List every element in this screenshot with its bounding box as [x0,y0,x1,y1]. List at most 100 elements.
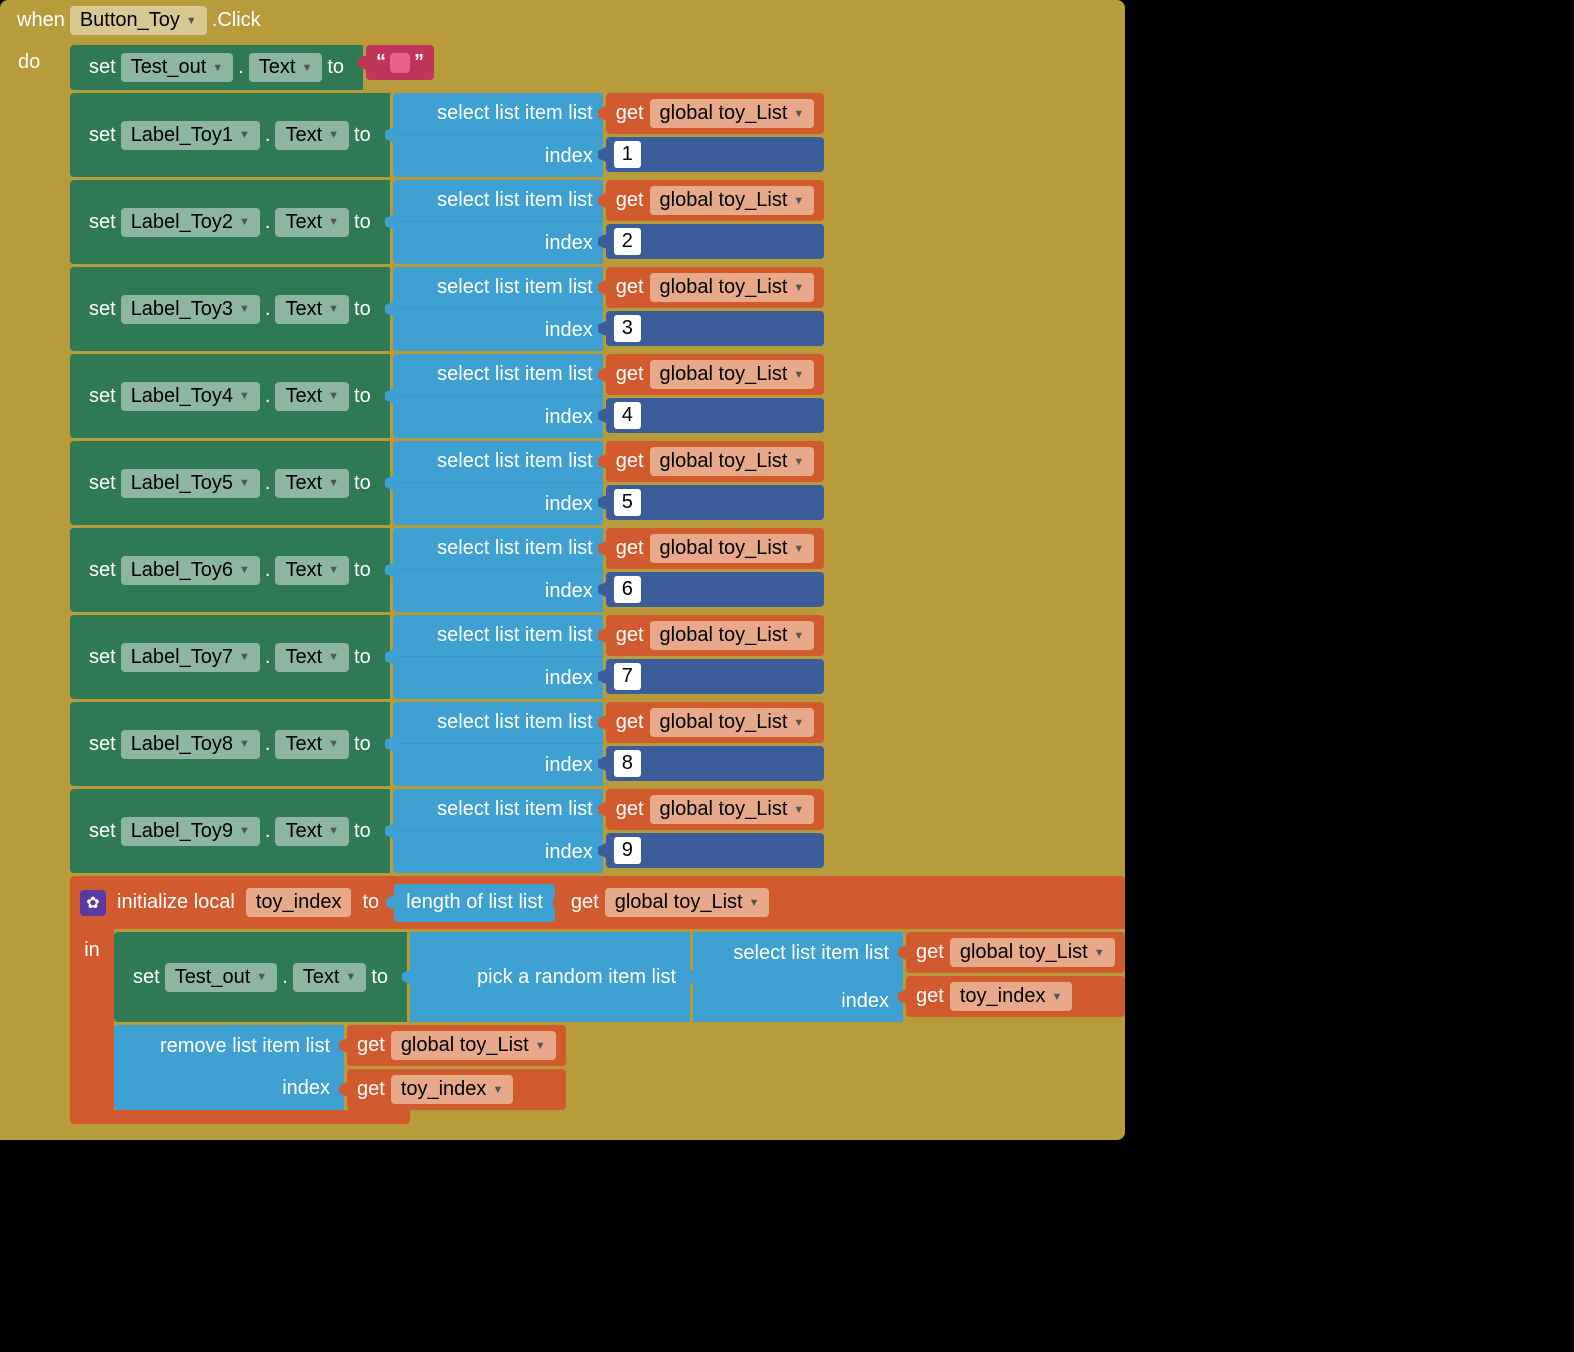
property-dropdown[interactable]: Text▼ [275,121,349,150]
property-dropdown[interactable]: Text▼ [275,730,349,759]
set-row[interactable]: set Label_Toy2▼ . Text▼ to select list i… [70,180,1125,264]
property-dropdown[interactable]: Text▼ [275,295,349,324]
variable-dropdown[interactable]: global toy_List▼ [650,708,815,737]
number-field[interactable]: 7 [614,663,641,690]
get-variable-block[interactable]: get toy_index ▼ [347,1069,566,1110]
select-list-item-block[interactable]: select list item list index [393,528,603,612]
get-variable-block[interactable]: get global toy_List ▼ [561,882,780,923]
select-list-item-block[interactable]: select list item list index [393,789,603,873]
property-dropdown[interactable]: Text▼ [275,382,349,411]
get-variable-block[interactable]: get global toy_List▼ [606,180,825,221]
component-dropdown[interactable]: Label_Toy7▼ [121,643,260,672]
set-row[interactable]: set Test_out▼ . Text▼ to “ ” [70,45,1125,90]
text-field[interactable] [390,53,410,73]
set-row[interactable]: set Label_Toy3▼ . Text▼ to select list i… [70,267,1125,351]
number-field[interactable]: 9 [614,837,641,864]
get-variable-block[interactable]: get global toy_List▼ [606,702,825,743]
number-field[interactable]: 5 [614,489,641,516]
variable-dropdown[interactable]: global toy_List▼ [650,795,815,824]
property-dropdown[interactable]: Text▼ [275,469,349,498]
get-variable-block[interactable]: get global toy_List▼ [606,528,825,569]
variable-dropdown[interactable]: global toy_List▼ [650,273,815,302]
gear-icon[interactable]: ✿ [80,890,106,916]
select-list-item-block[interactable]: select list item list index [393,354,603,438]
select-list-item-block[interactable]: select list item list index [393,702,603,786]
set-row[interactable]: set Label_Toy8▼ . Text▼ to select list i… [70,702,1125,786]
when-event-block[interactable]: when Button_Toy▼ .Click do set Test_out▼… [0,0,1125,1140]
set-row[interactable]: set Label_Toy9▼ . Text▼ to select list i… [70,789,1125,873]
variable-dropdown[interactable]: global toy_List ▼ [605,888,770,917]
get-variable-block[interactable]: get global toy_List▼ [606,267,825,308]
get-variable-block[interactable]: get global toy_List▼ [606,615,825,656]
number-block[interactable]: 8 [606,746,825,781]
variable-dropdown[interactable]: global toy_List▼ [650,99,815,128]
variable-dropdown[interactable]: global toy_List▼ [650,186,815,215]
property-dropdown[interactable]: Text ▼ [293,963,367,992]
select-list-item-block[interactable]: select list item list index [393,441,603,525]
component-dropdown[interactable]: Label_Toy4▼ [121,382,260,411]
text-literal-block[interactable]: “ ” [366,45,434,80]
property-dropdown[interactable]: Text▼ [275,208,349,237]
set-row[interactable]: set Label_Toy6▼ . Text▼ to select list i… [70,528,1125,612]
length-of-list-block[interactable]: length of list list [394,884,555,922]
number-field[interactable]: 4 [614,402,641,429]
number-block[interactable]: 5 [606,485,825,520]
number-block[interactable]: 1 [606,137,825,172]
component-dropdown[interactable]: Label_Toy5▼ [121,469,260,498]
remove-list-item-block[interactable]: remove list item list index [114,1025,344,1110]
pick-random-item-block[interactable]: pick a random item list [410,932,690,1022]
select-list-item-block[interactable]: select list item list index [393,267,603,351]
variable-dropdown[interactable]: global toy_List ▼ [950,938,1115,967]
variable-dropdown[interactable]: global toy_List▼ [650,360,815,389]
initialize-local-block[interactable]: ✿ initialize local toy_index to length o… [70,876,1125,1124]
variable-dropdown[interactable]: toy_index ▼ [950,982,1073,1011]
number-block[interactable]: 9 [606,833,825,868]
set-row[interactable]: set Label_Toy1▼ . Text▼ to select list i… [70,93,1125,177]
select-list-item-block[interactable]: select list item list index [693,932,903,1022]
variable-dropdown[interactable]: global toy_List▼ [650,447,815,476]
set-row[interactable]: set Label_Toy4▼ . Text▼ to select list i… [70,354,1125,438]
variable-dropdown[interactable]: global toy_List ▼ [391,1031,556,1060]
get-variable-block[interactable]: get toy_index ▼ [906,976,1125,1017]
get-variable-block[interactable]: get global toy_List▼ [606,354,825,395]
component-dropdown[interactable]: Label_Toy3▼ [121,295,260,324]
number-field[interactable]: 1 [614,141,641,168]
component-dropdown[interactable]: Label_Toy8▼ [121,730,260,759]
component-dropdown[interactable]: Label_Toy9▼ [121,817,260,846]
number-block[interactable]: 7 [606,659,825,694]
property-dropdown[interactable]: Text▼ [249,53,323,82]
number-field[interactable]: 6 [614,576,641,603]
variable-dropdown[interactable]: toy_index ▼ [391,1075,514,1104]
number-block[interactable]: 2 [606,224,825,259]
set-row[interactable]: set Test_out ▼ . Text ▼ to pick a random… [114,932,1125,1022]
property-dropdown[interactable]: Text▼ [275,643,349,672]
number-block[interactable]: 6 [606,572,825,607]
get-variable-block[interactable]: get global toy_List▼ [606,789,825,830]
set-row[interactable]: set Label_Toy7▼ . Text▼ to select list i… [70,615,1125,699]
variable-dropdown[interactable]: global toy_List▼ [650,534,815,563]
when-component-dropdown[interactable]: Button_Toy▼ [70,6,207,35]
get-variable-block[interactable]: get global toy_List▼ [606,93,825,134]
get-variable-block[interactable]: get global toy_List▼ [606,441,825,482]
local-var-name[interactable]: toy_index [246,888,352,917]
select-list-item-block[interactable]: select list item list index [393,615,603,699]
remove-list-item-row[interactable]: remove list item list index get global t… [114,1025,1125,1110]
select-list-item-block[interactable]: select list item list index [393,180,603,264]
get-variable-block[interactable]: get global toy_List ▼ [347,1025,566,1066]
component-dropdown[interactable]: Label_Toy2▼ [121,208,260,237]
property-dropdown[interactable]: Text▼ [275,556,349,585]
component-dropdown[interactable]: Test_out▼ [121,53,234,82]
select-list-item-block[interactable]: select list item list index [393,93,603,177]
variable-dropdown[interactable]: global toy_List▼ [650,621,815,650]
number-field[interactable]: 8 [614,750,641,777]
number-field[interactable]: 2 [614,228,641,255]
component-dropdown[interactable]: Label_Toy6▼ [121,556,260,585]
property-dropdown[interactable]: Text▼ [275,817,349,846]
number-block[interactable]: 3 [606,311,825,346]
number-field[interactable]: 3 [614,315,641,342]
component-dropdown[interactable]: Test_out ▼ [165,963,278,992]
component-dropdown[interactable]: Label_Toy1▼ [121,121,260,150]
set-row[interactable]: set Label_Toy5▼ . Text▼ to select list i… [70,441,1125,525]
get-variable-block[interactable]: get global toy_List ▼ [906,932,1125,973]
number-block[interactable]: 4 [606,398,825,433]
